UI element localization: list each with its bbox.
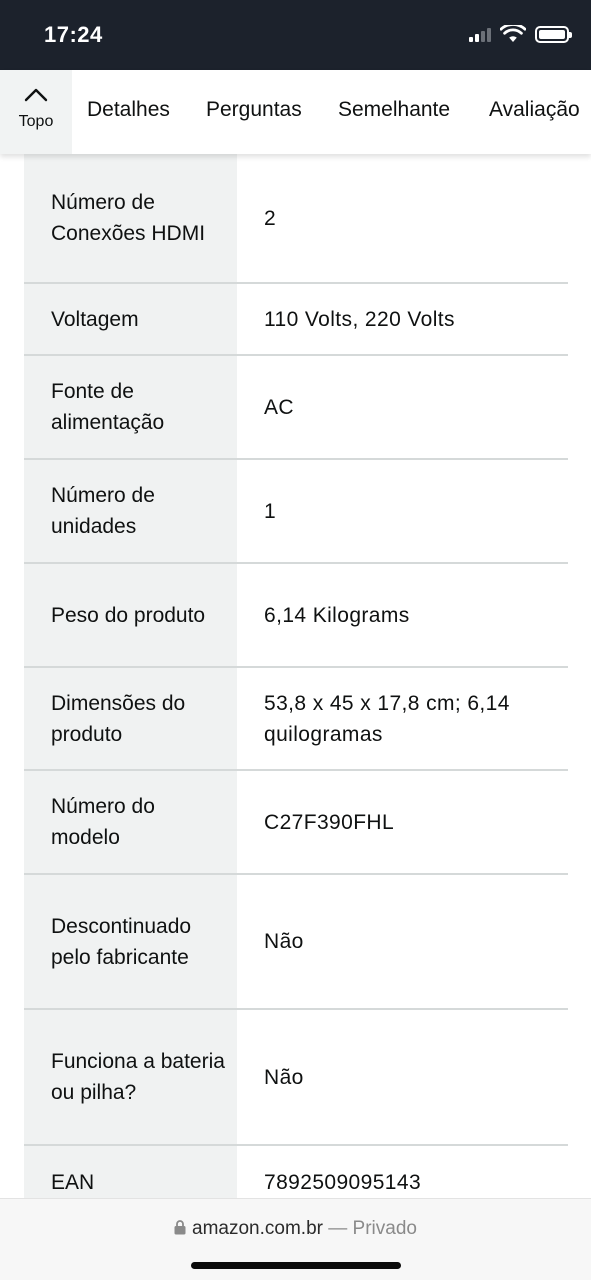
spec-label: Dimensões do produto [24, 668, 237, 769]
private-mode-label: Privado [352, 1218, 417, 1239]
url-separator: — [322, 1218, 353, 1239]
tab-avaliacao[interactable]: Avaliação [489, 98, 580, 122]
table-row: Funciona a bateria ou pilha? Não [24, 1010, 568, 1146]
spec-value: 53,8 x 45 x 17,8 cm; 6,14 quilogramas [264, 691, 510, 746]
browser-url-bar[interactable]: amazon.com.br — Privado [0, 1198, 591, 1280]
spec-value: C27F390FHL [264, 810, 395, 834]
spec-label: Fonte de alimentação [24, 356, 237, 458]
url-display[interactable]: amazon.com.br — Privado [0, 1218, 591, 1240]
table-row: Número de unidades 1 [24, 460, 568, 564]
wifi-icon [500, 25, 526, 42]
table-row: Fonte de alimentação AC [24, 356, 568, 460]
back-to-top-label: Topo [18, 113, 54, 130]
spec-value: 110 Volts, 220 Volts [264, 307, 455, 331]
status-time: 17:24 [44, 22, 103, 47]
home-indicator[interactable] [191, 1262, 401, 1269]
table-row: Número de Conexões HDMI 2 [24, 154, 568, 284]
cellular-signal-icon [469, 26, 491, 42]
table-row: Dimensões do produto 53,8 x 45 x 17,8 cm… [24, 668, 568, 771]
table-row: Voltagem 110 Volts, 220 Volts [24, 284, 568, 356]
tab-perguntas[interactable]: Perguntas [206, 98, 302, 122]
battery-icon [535, 25, 572, 43]
status-bar: 17:24 [0, 0, 591, 70]
spec-label: Voltagem [24, 284, 237, 354]
spec-label: Número de Conexões HDMI [24, 154, 237, 282]
spec-value: AC [264, 395, 294, 419]
spec-label: Peso do produto [24, 564, 237, 666]
table-row: Número do modelo C27F390FHL [24, 771, 568, 875]
table-row: Descontinuado pelo fabricante Não [24, 875, 568, 1010]
spec-label: Número do modelo [24, 771, 237, 873]
lock-icon [174, 1220, 186, 1235]
spec-label: Número de unidades [24, 460, 237, 562]
section-nav-bar: Topo Detalhes Perguntas Semelhante Avali… [0, 70, 591, 154]
tab-semelhante[interactable]: Semelhante [338, 98, 450, 122]
product-details-table: Número de Conexões HDMI 2 Voltagem 110 V… [24, 154, 568, 1218]
status-icons [469, 25, 572, 43]
spec-label: Descontinuado pelo fabricante [24, 875, 237, 1008]
tab-detalhes[interactable]: Detalhes [87, 98, 170, 122]
table-row: Peso do produto 6,14 Kilograms [24, 564, 568, 668]
spec-label: Funciona a bateria ou pilha? [24, 1010, 237, 1144]
spec-value: Não [264, 1065, 304, 1089]
back-to-top-button[interactable]: Topo [0, 70, 72, 154]
spec-value: 1 [264, 499, 277, 523]
url-domain: amazon.com.br [192, 1218, 323, 1239]
spec-value: Não [264, 930, 304, 953]
chevron-up-icon [24, 88, 48, 102]
spec-value: 2 [264, 206, 277, 230]
spec-value: 6,14 Kilograms [264, 603, 410, 627]
